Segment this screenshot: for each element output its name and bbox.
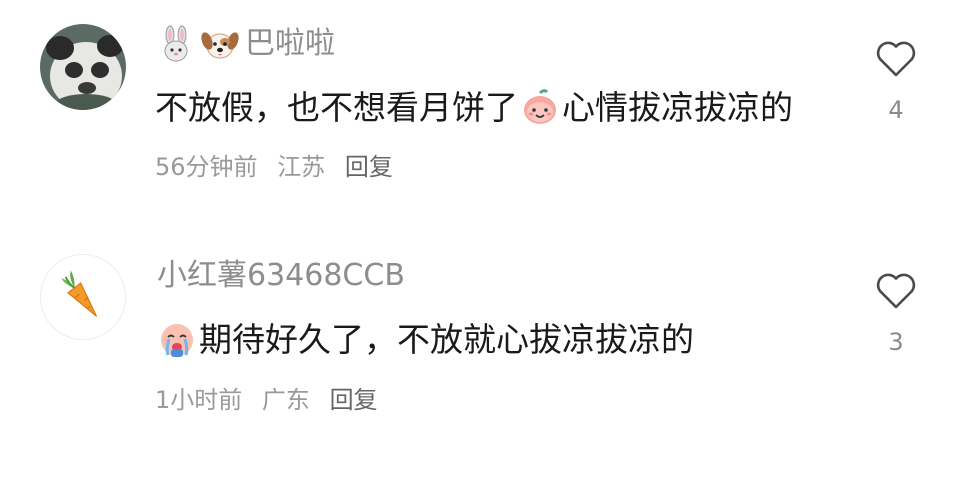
like-button[interactable] [872, 266, 920, 314]
heart-icon [876, 273, 916, 309]
username-text: 巴啦啦 [245, 26, 335, 61]
username[interactable]: 巴啦啦 [157, 24, 335, 64]
dog-emoji-icon [201, 25, 239, 63]
comment-meta: 1小时前 广东 回复 [155, 372, 378, 428]
like-count: 4 [888, 96, 904, 124]
heart-icon [876, 41, 916, 77]
comment-text-part: 不放假，也不想看月饼了 [155, 88, 518, 127]
comment-text-part: 期待好久了，不放就心拔凉拔凉的 [199, 320, 694, 359]
comment-item: 巴啦啦 不放假，也不想看月饼了 心情拔凉拔凉的 56分钟前 江苏 回复 4 [0, 18, 960, 208]
comment-location: 江苏 [277, 153, 326, 181]
like-count: 3 [888, 328, 904, 356]
comment-time: 56分钟前 [155, 153, 258, 181]
comment-meta: 56分钟前 江苏 回复 [155, 153, 393, 181]
panda-avatar-icon [40, 24, 126, 110]
carrot-avatar-icon [41, 255, 125, 339]
peach-face-emoji-icon [520, 87, 560, 127]
comment-location: 广东 [261, 386, 310, 414]
username-text: 小红薯63468CCB [157, 258, 405, 293]
crying-face-emoji-icon [157, 319, 197, 359]
comment-text: 不放假，也不想看月饼了 心情拔凉拔凉的 56分钟前 江苏 回复 [155, 80, 815, 195]
rabbit-emoji-icon [157, 25, 195, 63]
avatar[interactable] [40, 24, 126, 110]
comment-time: 1小时前 [155, 386, 243, 414]
comment-item: 小红薯63468CCB 期待好久了，不放就心拔凉拔凉的 1小时前 广东 回复 3 [0, 248, 960, 438]
like-button[interactable] [872, 34, 920, 82]
avatar[interactable] [40, 254, 126, 340]
reply-button[interactable]: 回复 [330, 386, 378, 414]
comment-text-part: 心情拔凉拔凉的 [562, 88, 793, 127]
username[interactable]: 小红薯63468CCB [157, 256, 405, 296]
reply-button[interactable]: 回复 [345, 153, 393, 181]
comment-text: 期待好久了，不放就心拔凉拔凉的 [155, 312, 815, 368]
